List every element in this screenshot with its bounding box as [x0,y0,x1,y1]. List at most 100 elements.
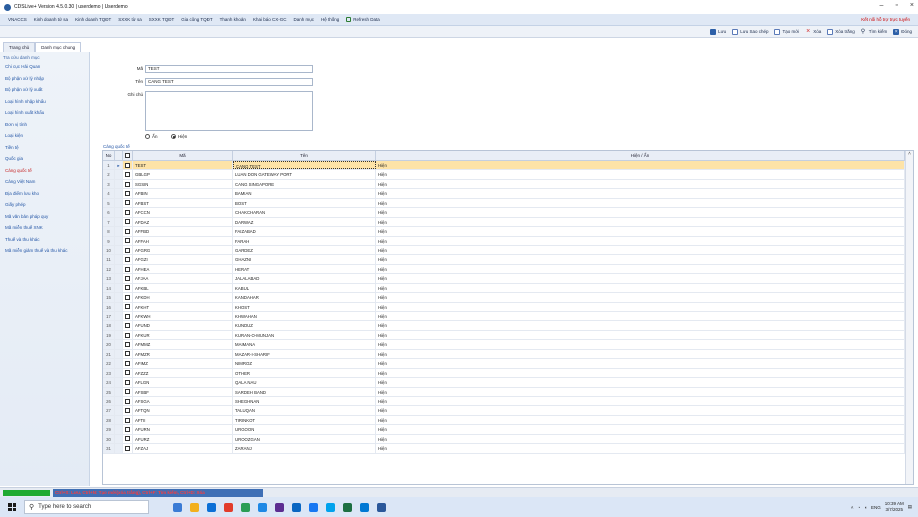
row-checkbox[interactable] [125,313,130,319]
sidebar-item[interactable]: Bộ phận xử lý xuất [0,84,89,96]
row-checkbox[interactable] [125,445,130,451]
row-checkbox[interactable] [125,275,130,281]
ma-input[interactable]: TEST [145,65,313,73]
table-row[interactable]: 3 SGSIN CANG SINGAPORE Hiện [103,179,913,190]
cell-hien[interactable]: Hiện [376,321,905,330]
cell-ten[interactable]: CHAKCHARAN [233,208,376,217]
cell-ma[interactable]: AFDAZ [133,217,233,227]
row-checkbox[interactable] [125,342,130,348]
cell-hien[interactable]: Hiện [376,264,905,274]
cell-hien[interactable]: Hiện [376,208,905,217]
cell-ma[interactable]: TEST [133,161,233,170]
sidebar-item[interactable]: Loại hình xuất khẩu [0,107,89,119]
sidebar-item[interactable]: Chi cục Hải Quan [0,61,89,73]
cell-ma[interactable]: AFURZ [133,434,233,444]
chrome-icon[interactable] [224,502,233,512]
cell-ma[interactable]: AFJAA [133,274,233,283]
sidebar-item[interactable]: Cảng Việt Nam [0,176,89,188]
scroll-up-icon[interactable]: ˄ [906,151,913,157]
table-row[interactable]: 12 AFHEA HERAT Hiện [103,264,913,275]
app-icon-2[interactable] [258,502,267,512]
sidebar-item[interactable]: Mã miễn thuế XNK [0,222,89,234]
menu-kinh-doanh-tqdt[interactable]: Kinh doanh TQĐT [75,17,111,22]
volume-icon[interactable]: ◖ [864,505,867,510]
cell-hien[interactable]: Hiện [376,444,905,453]
table-row[interactable]: 9 AFFAH FARAH Hiện [103,236,913,246]
close-icon[interactable]: × [910,2,914,9]
ten-input[interactable]: CANG TEST [145,78,313,86]
cell-ten[interactable]: GARDEZ [233,245,376,255]
row-checkbox[interactable] [125,436,130,442]
cell-ten[interactable]: URGOON [233,425,376,434]
table-row[interactable]: 28 AFTII TIRINKOT Hiện [103,415,913,426]
row-checkbox[interactable] [125,408,130,414]
sidebar-item[interactable]: Tiền tệ [0,142,89,154]
cell-hien[interactable]: Hiện [376,302,905,311]
cell-hien[interactable]: Hiện [376,161,905,170]
cell-hien[interactable]: Hiện [376,378,905,387]
menu-danh-muc[interactable]: Danh mục [293,17,314,22]
cell-hien[interactable]: Hiện [376,274,905,283]
app-icon-3[interactable] [275,502,284,512]
cell-hien[interactable]: Hiện [376,198,905,208]
clock[interactable]: 10:39 AM 3/7/2025 [885,501,904,513]
table-row[interactable]: 25 AFSBF SARDEH BAND Hiện [103,387,913,397]
cell-ma[interactable]: AFTII [133,415,233,425]
table-row[interactable]: 2 GBLGP LUAN DON GATEWAY PORT Hiện [103,170,913,180]
menu-refresh-data[interactable]: Refresh Data [346,17,380,23]
cell-ten[interactable]: CANG SINGAPORE [233,179,376,189]
task-view-icon[interactable] [173,502,182,512]
cell-ma[interactable]: AFZAJ [133,444,233,453]
table-row[interactable]: 1 ▸ TEST CANG TEST Hiện [103,161,913,171]
row-checkbox[interactable] [125,323,130,329]
header-no[interactable]: No [103,151,115,160]
sidebar-item[interactable]: Mã văn bản pháp quy [0,211,89,223]
table-row[interactable]: 22 AFIMZ NIMROZ Hiện [103,359,913,369]
row-checkbox[interactable] [125,181,130,187]
cell-ten[interactable]: BAMIAN [233,189,376,198]
delete-button[interactable]: × Xóa [805,28,821,35]
sidebar-item[interactable]: Bộ phận xử lý nhập [0,73,89,85]
cell-hien[interactable]: Hiện [376,293,905,302]
cell-hien[interactable]: Hiện [376,312,905,321]
taskbar-search[interactable]: ⚲ Type here to search [24,500,149,514]
row-checkbox[interactable] [125,200,130,206]
cell-hien[interactable]: Hiện [376,340,905,349]
row-checkbox[interactable] [125,285,130,291]
cell-hien[interactable]: Hiện [376,170,905,179]
cell-hien[interactable]: Hiện [376,368,905,378]
table-row[interactable]: 26 AFSGA SHEGHNAN Hiện [103,396,913,407]
table-row[interactable]: 21 AFMZR MAZAR-I-SHARIF Hiện [103,349,913,360]
cell-ten[interactable]: GHAZNI [233,255,376,264]
cell-ma[interactable]: AFGZI [133,255,233,264]
cell-ten[interactable]: FARAH [233,236,376,245]
cell-ten[interactable]: KUNDUZ [233,321,376,330]
cell-ten[interactable]: MAZAR-I-SHARIF [233,349,376,359]
table-row[interactable]: 8 AFFBD FAIZABAD Hiện [103,227,913,237]
cell-ma[interactable]: AFKBL [133,283,233,293]
table-row[interactable]: 29 AFURN URGOON Hiện [103,425,913,435]
cell-ten[interactable]: KANDAHAR [233,293,376,302]
cell-ten[interactable]: MAIMANA [233,340,376,349]
file-explorer-icon[interactable] [190,502,199,512]
cell-hien[interactable]: Hiện [376,396,905,406]
cell-ten[interactable]: OTHER [233,368,376,378]
cell-hien[interactable]: Hiện [376,406,905,415]
cell-hien[interactable]: Hiện [376,434,905,444]
row-checkbox[interactable] [125,228,130,234]
facebook-icon[interactable] [309,502,318,512]
cell-ma[interactable]: AFSGA [133,396,233,406]
table-row[interactable]: 27 AFTQN TALUQAN Hiện [103,406,913,416]
table-row[interactable]: 4 AFBIN BAMIAN Hiện [103,189,913,199]
table-row[interactable]: 14 AFKBL KABUL Hiện [103,283,913,294]
menu-he-thong[interactable]: Hệ thống [321,17,339,22]
cell-ten[interactable]: DARWAZ [233,217,376,227]
cell-ma[interactable]: AFKUR [133,330,233,340]
menu-gia-cong[interactable]: Gia công TQĐT [181,17,212,22]
windows-start-icon[interactable] [4,499,20,515]
cell-ten[interactable]: UROOZGAN [233,434,376,444]
cell-ma[interactable]: AFIMZ [133,359,233,368]
row-checkbox[interactable] [125,417,130,423]
sidebar-item[interactable]: Cảng quốc tế [0,165,89,177]
row-checkbox[interactable] [125,332,130,338]
